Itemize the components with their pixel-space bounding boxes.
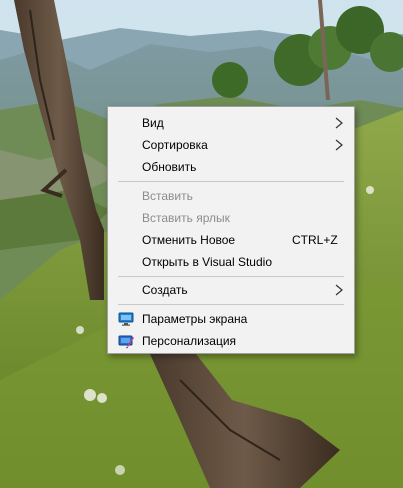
menu-item-label: Обновить: [142, 160, 197, 174]
menu-item-label: Параметры экрана: [142, 312, 248, 326]
menu-item-label: Отменить Новое: [142, 233, 236, 247]
personalization-icon: [118, 335, 134, 349]
menu-item-shortcut: CTRL+Z: [292, 233, 338, 247]
menu-item-view[interactable]: Вид: [108, 112, 354, 134]
menu-item-paste-shortcut[interactable]: Вставить ярлык: [108, 207, 354, 229]
menu-item-undo-new[interactable]: Отменить Новое CTRL+Z: [108, 229, 354, 251]
menu-separator: [118, 304, 344, 305]
desktop-context-menu: Вид Сортировка Обновить Вставить Вставит…: [107, 106, 355, 354]
menu-item-label: Создать: [142, 283, 188, 297]
menu-item-personalization[interactable]: Персонализация: [108, 330, 354, 352]
menu-item-label: Сортировка: [142, 138, 208, 152]
menu-item-label: Вид: [142, 116, 164, 130]
menu-item-open-visual-studio[interactable]: Открыть в Visual Studio: [108, 251, 354, 273]
menu-item-label: Вставить ярлык: [142, 211, 230, 225]
menu-separator: [118, 181, 344, 182]
menu-item-display-settings[interactable]: Параметры экрана: [108, 308, 354, 330]
menu-item-label: Персонализация: [142, 334, 237, 348]
menu-item-new[interactable]: Создать: [108, 279, 354, 301]
chevron-right-icon: [335, 139, 343, 151]
menu-item-sort[interactable]: Сортировка: [108, 134, 354, 156]
chevron-right-icon: [335, 284, 343, 296]
menu-item-label: Открыть в Visual Studio: [142, 255, 272, 269]
menu-item-refresh[interactable]: Обновить: [108, 156, 354, 178]
menu-item-paste[interactable]: Вставить: [108, 185, 354, 207]
chevron-right-icon: [335, 117, 343, 129]
menu-separator: [118, 276, 344, 277]
display-settings-icon: [118, 312, 134, 326]
menu-item-label: Вставить: [142, 189, 193, 203]
